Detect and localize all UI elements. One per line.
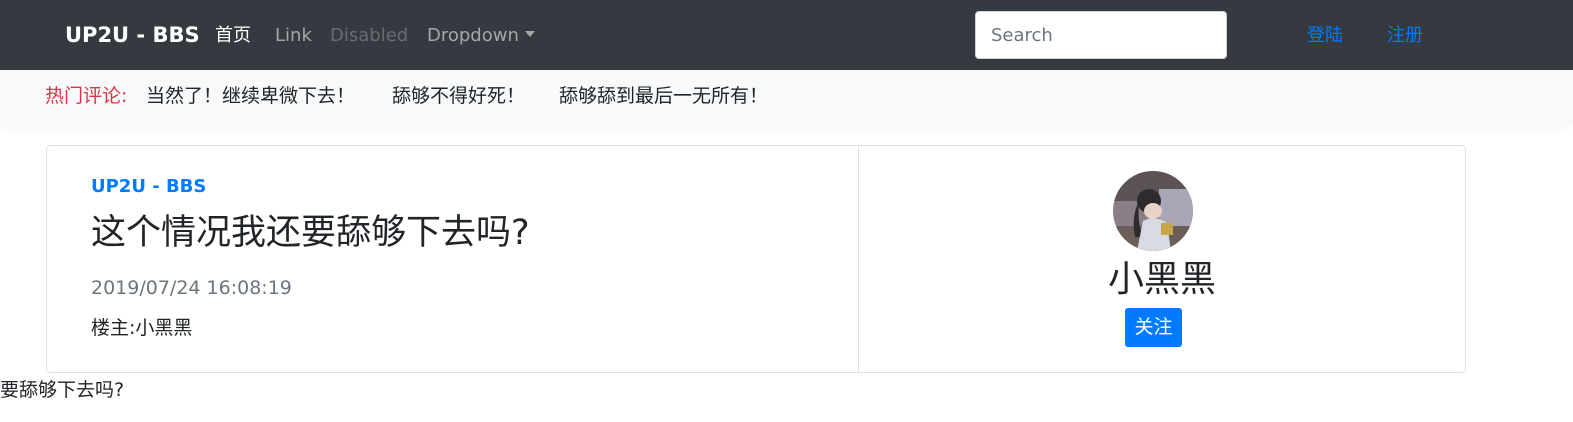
post-timestamp: 2019/07/24 16:08:19 (91, 277, 292, 299)
post-title: 这个情况我还要舔够下去吗? (91, 213, 530, 253)
nav-dropdown[interactable]: Dropdown (427, 22, 535, 50)
nav-disabled: Disabled (330, 25, 409, 46)
nav-dropdown-label: Dropdown (427, 25, 519, 46)
follow-button[interactable]: 关注 (1125, 308, 1182, 347)
register-link[interactable]: 注册 (1387, 22, 1423, 50)
hot-comment-item[interactable]: 舔够舔到最后一无所有！ (559, 82, 768, 110)
post-author: 楼主:小黑黑 (91, 314, 192, 342)
hot-comment-item[interactable]: 舔够不得好死！ (392, 82, 525, 110)
search-input[interactable] (975, 11, 1227, 59)
post-card: UP2U - BBS 这个情况我还要舔够下去吗? 2019/07/24 16:0… (46, 145, 1466, 373)
site-tag[interactable]: UP2U - BBS (91, 174, 206, 200)
top-navbar: UP2U - BBS 首页 Link Disabled Dropdown 登陆 … (0, 0, 1573, 70)
hot-comments-bar: 热门评论: 当然了！继续卑微下去！ 舔够不得好死！ 舔够舔到最后一无所有！ (0, 70, 1573, 124)
overflow-post-title: 我还要舔够下去吗? (0, 376, 140, 404)
nav-link[interactable]: Link (275, 22, 312, 50)
author-name[interactable]: 小黑黑 (135, 317, 192, 339)
nav-home[interactable]: 首页 (215, 22, 251, 50)
hot-comment-item[interactable]: 当然了！继续卑微下去！ (146, 82, 355, 110)
chevron-down-icon (524, 31, 535, 37)
overflow-post-title-text: 我还要舔够下去吗? (0, 379, 125, 401)
user-name: 小黑黑 (1107, 259, 1216, 300)
login-link[interactable]: 登陆 (1307, 22, 1343, 50)
avatar-image (1113, 171, 1193, 251)
hot-comments-label: 热门评论: (45, 85, 128, 107)
author-label: 楼主: (91, 317, 136, 339)
avatar[interactable] (1113, 171, 1193, 251)
brand-logo[interactable]: UP2U - BBS (65, 20, 200, 50)
